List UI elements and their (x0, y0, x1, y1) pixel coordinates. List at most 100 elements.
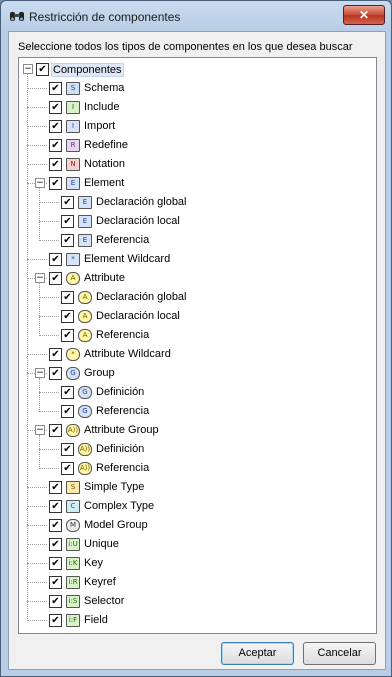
component-tree[interactable]: − ✔ Componentes ✔ S Schema ✔ I Include ✔ I Import ✔ R… (18, 57, 377, 634)
group-collapse-toggle[interactable]: − (35, 178, 45, 188)
accept-button[interactable]: Aceptar (221, 642, 294, 665)
checkbox[interactable]: ✔ (49, 348, 62, 361)
group-icon: G (66, 367, 80, 380)
tree-row[interactable]: ✔ C Complex Type (19, 497, 376, 516)
tree-guide-line (39, 297, 59, 298)
checkbox[interactable]: ✔ (61, 443, 74, 456)
tree-item-label: Referencia (96, 234, 150, 246)
checkbox[interactable]: ✔ (49, 481, 62, 494)
tree-row[interactable]: ✔ A)) Referencia (19, 459, 376, 478)
tree-row[interactable]: ✔ I Import (19, 117, 376, 136)
tree-row[interactable]: ✔ A Declaración local (19, 307, 376, 326)
checkbox[interactable]: ✔ (49, 538, 62, 551)
checkbox[interactable]: ✔ (61, 196, 74, 209)
tree-item-label: Unique (84, 538, 119, 550)
checkbox[interactable]: ✔ (49, 500, 62, 513)
tree-guide-line (27, 620, 47, 621)
checkbox[interactable]: ✔ (61, 291, 74, 304)
checkbox[interactable]: ✔ (49, 614, 62, 627)
checkbox[interactable]: ✔ (49, 424, 62, 437)
tree-guide-line (39, 202, 59, 203)
element-local-icon: E (78, 215, 92, 228)
checkbox[interactable]: ✔ (49, 139, 62, 152)
tree-row[interactable]: ✔ E Declaración global (19, 193, 376, 212)
tree-guide-line (27, 506, 47, 507)
tree-item-label: Attribute Group (84, 424, 159, 436)
close-button[interactable]: ✕ (343, 5, 385, 25)
tree-row[interactable]: − ✔ Componentes (19, 60, 376, 79)
checkbox[interactable]: ✔ (61, 329, 74, 342)
checkbox[interactable]: ✔ (36, 63, 49, 76)
tree-row[interactable]: ✔ i:U Unique (19, 535, 376, 554)
dialog-body: Seleccione todos los tipos de componente… (8, 31, 386, 670)
checkbox[interactable]: ✔ (49, 576, 62, 589)
tree-row[interactable]: ✔ G Definición (19, 383, 376, 402)
checkbox[interactable]: ✔ (49, 158, 62, 171)
checkbox[interactable]: ✔ (49, 177, 62, 190)
tree-guide-line (27, 259, 47, 260)
checkbox[interactable]: ✔ (61, 215, 74, 228)
tree-guide-line (27, 525, 47, 526)
tree-row[interactable]: ✔ i:K Key (19, 554, 376, 573)
tree-row[interactable]: ✔ * Element Wildcard (19, 250, 376, 269)
tree-row[interactable]: ✔ A Declaración global (19, 288, 376, 307)
group-collapse-toggle[interactable]: − (35, 368, 45, 378)
group-reference-icon: G (78, 405, 92, 418)
checkbox[interactable]: ✔ (61, 462, 74, 475)
tree-row[interactable]: ✔ E Declaración local (19, 212, 376, 231)
tree-guide-line (27, 563, 47, 564)
tree-row[interactable]: ✔ R Redefine (19, 136, 376, 155)
tree-item-label: Complex Type (84, 500, 155, 512)
tree-row[interactable]: ✔ i:S Selector (19, 592, 376, 611)
checkbox[interactable]: ✔ (49, 253, 62, 266)
checkbox[interactable]: ✔ (61, 405, 74, 418)
checkbox[interactable]: ✔ (49, 595, 62, 608)
checkbox[interactable]: ✔ (49, 272, 62, 285)
tree-row[interactable]: ✔ I Include (19, 98, 376, 117)
tree-row[interactable]: ✔ G Referencia (19, 402, 376, 421)
checkbox[interactable]: ✔ (49, 367, 62, 380)
checkbox[interactable]: ✔ (49, 120, 62, 133)
element-global-icon: E (78, 196, 92, 209)
tree-row[interactable]: ✔ A Referencia (19, 326, 376, 345)
include-icon: I (66, 101, 80, 114)
unique-icon: i:U (66, 538, 80, 551)
tree-row[interactable]: ✔ E Referencia (19, 231, 376, 250)
tree-row[interactable]: ✔ * Attribute Wildcard (19, 345, 376, 364)
import-icon: I (66, 120, 80, 133)
tree-row[interactable]: ✔ N Notation (19, 155, 376, 174)
checkbox[interactable]: ✔ (49, 519, 62, 532)
checkbox[interactable]: ✔ (49, 557, 62, 570)
root-collapse-toggle[interactable]: − (23, 64, 33, 74)
keyref-icon: i:R (66, 576, 80, 589)
checkbox[interactable]: ✔ (61, 234, 74, 247)
checkbox[interactable]: ✔ (61, 310, 74, 323)
tree-row[interactable]: − ✔ A)) Attribute Group (19, 421, 376, 440)
tree-item-label: Selector (84, 595, 125, 607)
tree-row[interactable]: ✔ i:F Field (19, 611, 376, 630)
cancel-button[interactable]: Cancelar (303, 642, 376, 665)
tree-row[interactable]: ✔ S Schema (19, 79, 376, 98)
tree-row[interactable]: − ✔ G Group (19, 364, 376, 383)
tree-row[interactable]: ✔ S Simple Type (19, 478, 376, 497)
tree-row[interactable]: ✔ A)) Definición (19, 440, 376, 459)
attribute-group-reference-icon: A)) (78, 462, 92, 475)
group-definition-icon: G (78, 386, 92, 399)
dialog-window: Restricción de componentes ✕ Seleccione … (0, 0, 392, 677)
tree-item-label: Model Group (84, 519, 148, 531)
tree-row[interactable]: ✔ M Model Group (19, 516, 376, 535)
tree-row[interactable]: − ✔ A Attribute (19, 269, 376, 288)
checkbox[interactable]: ✔ (61, 386, 74, 399)
tree-row[interactable]: − ✔ E Element (19, 174, 376, 193)
group-collapse-toggle[interactable]: − (35, 425, 45, 435)
tree-guide-line (27, 487, 47, 488)
tree-item-label: Referencia (96, 462, 150, 474)
checkbox[interactable]: ✔ (49, 101, 62, 114)
tree-item-label: Simple Type (84, 481, 145, 493)
element-icon: E (66, 177, 80, 190)
model-group-icon: M (66, 519, 80, 532)
checkbox[interactable]: ✔ (49, 82, 62, 95)
tree-row[interactable]: ✔ i:R Keyref (19, 573, 376, 592)
tree-guide-line (39, 411, 59, 412)
group-collapse-toggle[interactable]: − (35, 273, 45, 283)
